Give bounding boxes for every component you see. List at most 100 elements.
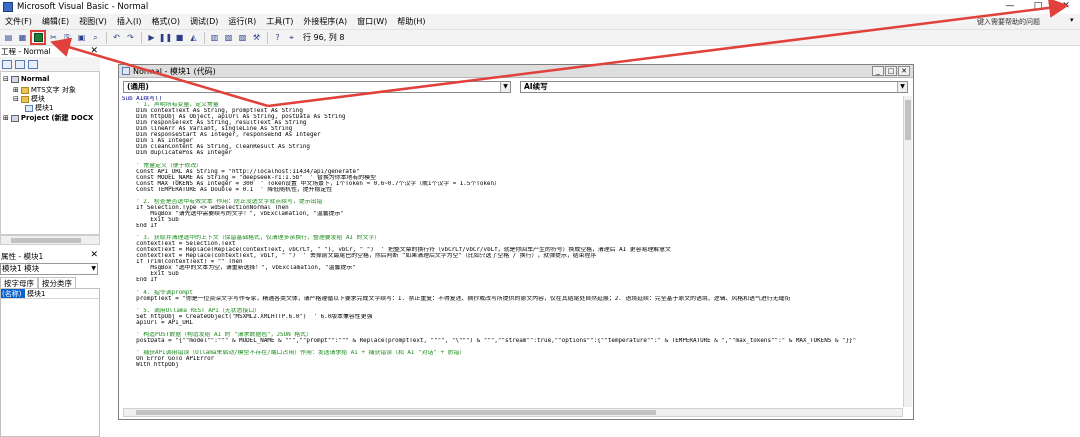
- tree-item-label: Project (新建 DOCX: [20, 114, 94, 122]
- reset-icon[interactable]: ■: [173, 32, 186, 44]
- toolbox-icon[interactable]: ⚒: [250, 32, 263, 44]
- find-icon[interactable]: ⌕: [89, 32, 102, 44]
- scrollbar-thumb[interactable]: [136, 410, 656, 415]
- menu-help[interactable]: 帮助(H): [392, 16, 430, 27]
- code-window-controls: _ □ ✕: [871, 66, 910, 76]
- close-properties-pane-icon[interactable]: ✕: [90, 250, 98, 260]
- view-object-icon[interactable]: [15, 59, 25, 69]
- object-combo-value: (通用): [127, 82, 149, 91]
- code-line[interactable]: promptText = "你是一位资深文字写作专家，精通各类文体，请严格遵循以…: [122, 296, 900, 302]
- object-combo[interactable]: (通用) ▼: [123, 81, 511, 93]
- design-mode-icon[interactable]: ◭: [187, 32, 200, 44]
- close-window-button[interactable]: ✕: [1052, 0, 1080, 14]
- procedure-combo[interactable]: AI续写 ▼: [520, 81, 908, 93]
- vba-app-icon: [3, 2, 13, 12]
- collapse-icon[interactable]: ⊟: [3, 75, 9, 83]
- close-project-pane-icon[interactable]: ✕: [90, 46, 98, 56]
- project-icon: [10, 75, 19, 83]
- folder-icon: [20, 86, 29, 94]
- menu-bar: 文件(F) 编辑(E) 视图(V) 插入(I) 格式(O) 调试(D) 运行(R…: [0, 14, 1080, 30]
- break-icon[interactable]: ❚❚: [159, 32, 172, 44]
- run-icon[interactable]: ▶: [145, 32, 158, 44]
- collapse-icon[interactable]: ⊟: [13, 95, 19, 103]
- properties-pane-title-text: 属性 - 模块1: [1, 251, 44, 261]
- code-window: Normal - 模块1 (代码) _ □ ✕ (通用) ▼ AI续写 ▼ Su…: [118, 64, 914, 420]
- menu-format[interactable]: 格式(O): [146, 16, 185, 27]
- folder-icon: [20, 95, 29, 103]
- tab-categorized[interactable]: 按分类序: [38, 277, 76, 288]
- project-icon: [10, 114, 19, 122]
- menu-debug[interactable]: 调试(D): [185, 16, 223, 27]
- tree-item-module1[interactable]: 模块1: [25, 103, 53, 113]
- undo-icon[interactable]: ↶: [110, 32, 123, 44]
- expand-icon[interactable]: ⊞: [13, 86, 19, 94]
- code-minimize-button[interactable]: _: [872, 66, 884, 76]
- code-editor[interactable]: Sub AI续写() ' 1. 声明所有变量，定义常量 Dim contextT…: [122, 96, 900, 407]
- object-browser-icon[interactable]: ▨: [236, 32, 249, 44]
- tree-item-project-docx[interactable]: ⊞ Project (新建 DOCX: [3, 113, 93, 123]
- maximize-button[interactable]: □: [1024, 0, 1052, 14]
- redo-icon[interactable]: ↷: [124, 32, 137, 44]
- expand-icon[interactable]: ⊞: [3, 114, 9, 122]
- properties-pane-title: 属性 - 模块1 ✕: [0, 250, 100, 262]
- insert-module-icon[interactable]: ▦: [16, 32, 29, 44]
- cursor-position: 行 96, 列 8: [303, 33, 345, 42]
- help-question-input[interactable]: 键入需要帮助的问题: [977, 16, 1067, 28]
- view-word-icon[interactable]: ▤: [2, 32, 15, 44]
- help-icon[interactable]: ?: [271, 32, 284, 44]
- scrollbar-thumb[interactable]: [905, 100, 911, 140]
- code-vertical-scrollbar[interactable]: [903, 96, 912, 407]
- scrollbar-thumb[interactable]: [11, 238, 81, 243]
- menu-edit[interactable]: 编辑(E): [37, 16, 74, 27]
- menu-addins[interactable]: 外接程序(A): [298, 16, 352, 27]
- menu-tools[interactable]: 工具(T): [261, 16, 298, 27]
- project-tree: ⊟ Normal ⊞ MTS文字 对象 ⊟ 模块 模块1 ⊞ Project (…: [0, 71, 100, 235]
- toolbar-separator: [267, 31, 268, 44]
- code-maximize-button[interactable]: □: [885, 66, 897, 76]
- menu-insert[interactable]: 插入(I): [112, 16, 147, 27]
- project-horizontal-scrollbar[interactable]: [0, 235, 100, 245]
- chevron-down-icon[interactable]: ▼: [91, 264, 96, 274]
- tree-item-normal[interactable]: ⊟ Normal: [3, 75, 49, 83]
- paste-icon[interactable]: ▣: [75, 32, 88, 44]
- property-row[interactable]: (名称) 模块1: [1, 289, 99, 299]
- tree-item-label: Normal: [20, 75, 50, 83]
- menu-run[interactable]: 运行(R): [223, 16, 261, 27]
- procedure-combo-value: AI续写: [524, 82, 548, 91]
- save-button[interactable]: [30, 30, 46, 45]
- help-dropdown-icon[interactable]: ▾: [1070, 16, 1074, 24]
- menu-window[interactable]: 窗口(W): [352, 16, 392, 27]
- code-horizontal-scrollbar[interactable]: [123, 408, 903, 417]
- properties-object-value: 模块1 模块: [2, 264, 40, 273]
- standard-toolbar: ▤ ▦ ✂ ⎘ ▣ ⌕ ↶ ↷ ▶ ❚❚ ■ ◭ ▥ ▧ ▨ ⚒ ? ⌖ 行 9…: [0, 30, 1080, 46]
- cut-icon[interactable]: ✂: [47, 32, 60, 44]
- properties-window-icon[interactable]: ▧: [222, 32, 235, 44]
- minimize-button[interactable]: —: [996, 0, 1024, 14]
- view-code-icon[interactable]: [2, 59, 12, 69]
- code-close-button[interactable]: ✕: [898, 66, 910, 76]
- save-disk-icon: [33, 33, 43, 42]
- window-title: Microsoft Visual Basic - Normal: [17, 2, 149, 12]
- properties-object-select[interactable]: 模块1 模块 ▼: [0, 263, 98, 275]
- tab-alphabetic[interactable]: 按字母序: [0, 277, 38, 288]
- code-line[interactable]: With httpObj: [122, 362, 900, 368]
- title-bar: Microsoft Visual Basic - Normal — □ ✕: [0, 0, 1080, 14]
- copy-icon[interactable]: ⎘: [61, 32, 74, 44]
- tree-item-label: 模块1: [35, 104, 54, 112]
- toggle-folders-icon[interactable]: [28, 59, 38, 69]
- chevron-down-icon[interactable]: ▼: [500, 82, 510, 92]
- code-combos: (通用) ▼ AI续写 ▼: [123, 81, 911, 94]
- project-pane-title-text: 工程 - Normal: [1, 47, 51, 56]
- module-icon: [25, 104, 33, 112]
- properties-tabs: 按字母序 按分类序: [0, 277, 100, 288]
- code-line[interactable]: postData = "{""model"":""" & MODEL_NAME …: [122, 338, 900, 344]
- vba-editor-window: Microsoft Visual Basic - Normal — □ ✕ 文件…: [0, 0, 1080, 437]
- toolbar-separator: [204, 31, 205, 44]
- property-value[interactable]: 模块1: [25, 289, 45, 298]
- chevron-down-icon[interactable]: ▼: [897, 82, 907, 92]
- menu-view[interactable]: 视图(V): [74, 16, 112, 27]
- project-pane-title: 工程 - Normal ✕: [0, 46, 100, 57]
- project-explorer-icon[interactable]: ▥: [208, 32, 221, 44]
- menu-file[interactable]: 文件(F): [0, 16, 37, 27]
- window-controls: — □ ✕: [996, 0, 1080, 14]
